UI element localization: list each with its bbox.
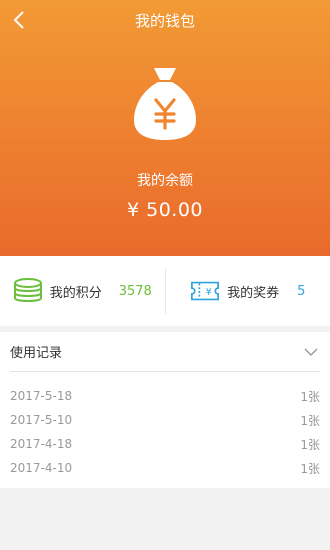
usage-records: 使用记录 2017-5-18 1张 2017-5-10 1张 2017-4-18… [0, 332, 330, 488]
list-item: 2017-4-18 1张 [10, 432, 320, 456]
records-list: 2017-5-18 1张 2017-5-10 1张 2017-4-18 1张 2… [10, 384, 320, 480]
record-date: 2017-4-18 [10, 437, 73, 451]
points-label: 我的积分 [49, 285, 102, 301]
svg-text:¥: ¥ [206, 287, 212, 298]
record-date: 2017-5-10 [10, 413, 73, 427]
balance-amount: ¥ 50.00 [126, 199, 204, 221]
record-date: 2017-5-18 [10, 389, 73, 403]
voucher-icon: ¥ [190, 277, 220, 305]
record-count: 1张 [300, 437, 320, 452]
record-count: 1张 [300, 461, 320, 476]
records-toggle[interactable]: 使用记录 [10, 332, 320, 372]
coin-stack-icon [13, 277, 43, 305]
wallet-header: 我的钱包 我的余额 ¥ 50.00 [0, 0, 330, 256]
money-bag-icon [134, 68, 196, 140]
record-date: 2017-4-10 [10, 461, 73, 475]
list-item: 2017-4-10 1张 [10, 456, 320, 480]
vouchers-label: 我的奖券 [227, 285, 280, 301]
list-item: 2017-5-10 1张 [10, 408, 320, 432]
page-title: 我的钱包 [134, 12, 195, 30]
balance-label: 我的余额 [137, 173, 193, 189]
record-count: 1张 [300, 413, 320, 428]
chevron-down-icon [304, 348, 318, 356]
vouchers-entry[interactable]: ¥ 我的奖券 5 [166, 256, 330, 326]
points-entry[interactable]: 我的积分 3578 [0, 256, 165, 326]
record-count: 1张 [300, 389, 320, 404]
points-value: 3578 [118, 283, 152, 299]
list-item: 2017-5-18 1张 [10, 384, 320, 408]
vouchers-value: 5 [297, 283, 306, 299]
stats-bar: 我的积分 3578 ¥ 我的奖券 5 [0, 256, 330, 326]
records-title: 使用记录 [10, 346, 63, 361]
